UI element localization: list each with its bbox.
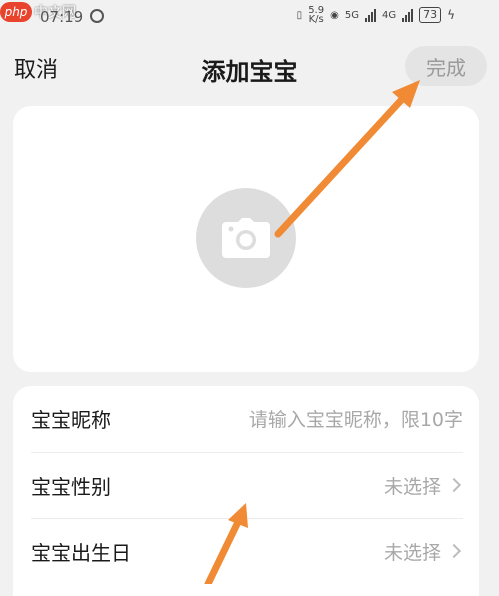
gender-row[interactable]: 宝宝性别 未选择 <box>31 452 463 517</box>
photo-card <box>13 106 479 372</box>
birthday-select[interactable]: 未选择 <box>384 538 463 565</box>
hotspot-icon: ◉ <box>330 9 339 21</box>
add-photo-button[interactable] <box>196 188 296 288</box>
nickname-input[interactable]: 请输入宝宝昵称，限10字 <box>249 405 463 432</box>
gender-value: 未选择 <box>383 475 441 498</box>
sim2-label: 4G <box>381 9 397 21</box>
chevron-right-icon <box>446 543 462 559</box>
birthday-row[interactable]: 宝宝出生日 未选择 <box>31 518 463 583</box>
vibrate-icon: ▯ <box>296 9 303 21</box>
status-bar: php 中文网 07:19 ▯ 5.9 K/s ◉ 5G 4G 73 ϟ <box>0 0 499 34</box>
cancel-button[interactable]: 取消 <box>14 52 58 84</box>
chevron-right-icon <box>446 477 462 493</box>
signal-icon <box>364 8 376 22</box>
battery-indicator: 73 <box>419 7 442 23</box>
status-time: 07:19 <box>40 8 84 26</box>
nickname-label: 宝宝昵称 <box>31 407 111 432</box>
done-button[interactable]: 完成 <box>405 46 487 86</box>
header: 取消 添加宝宝 完成 <box>0 34 499 100</box>
birthday-label: 宝宝出生日 <box>31 540 131 565</box>
status-icons: ▯ 5.9 K/s ◉ 5G 4G 73 ϟ <box>296 5 455 25</box>
gender-select[interactable]: 未选择 <box>384 472 463 499</box>
signal-icon <box>402 8 414 22</box>
charging-icon: ϟ <box>447 8 455 22</box>
net-speed: 5.9 K/s <box>308 5 325 25</box>
watermark-logo: php <box>0 2 32 22</box>
nickname-row[interactable]: 宝宝昵称 请输入宝宝昵称，限10字 <box>31 386 463 450</box>
baby-info-form: 宝宝昵称 请输入宝宝昵称，限10字 宝宝性别 未选择 宝宝出生日 未选择 <box>13 386 479 596</box>
camera-icon <box>222 218 270 258</box>
alarm-icon <box>90 9 104 23</box>
gender-label: 宝宝性别 <box>31 474 111 499</box>
sim1-label: 5G <box>344 9 359 21</box>
birthday-value: 未选择 <box>383 541 441 564</box>
